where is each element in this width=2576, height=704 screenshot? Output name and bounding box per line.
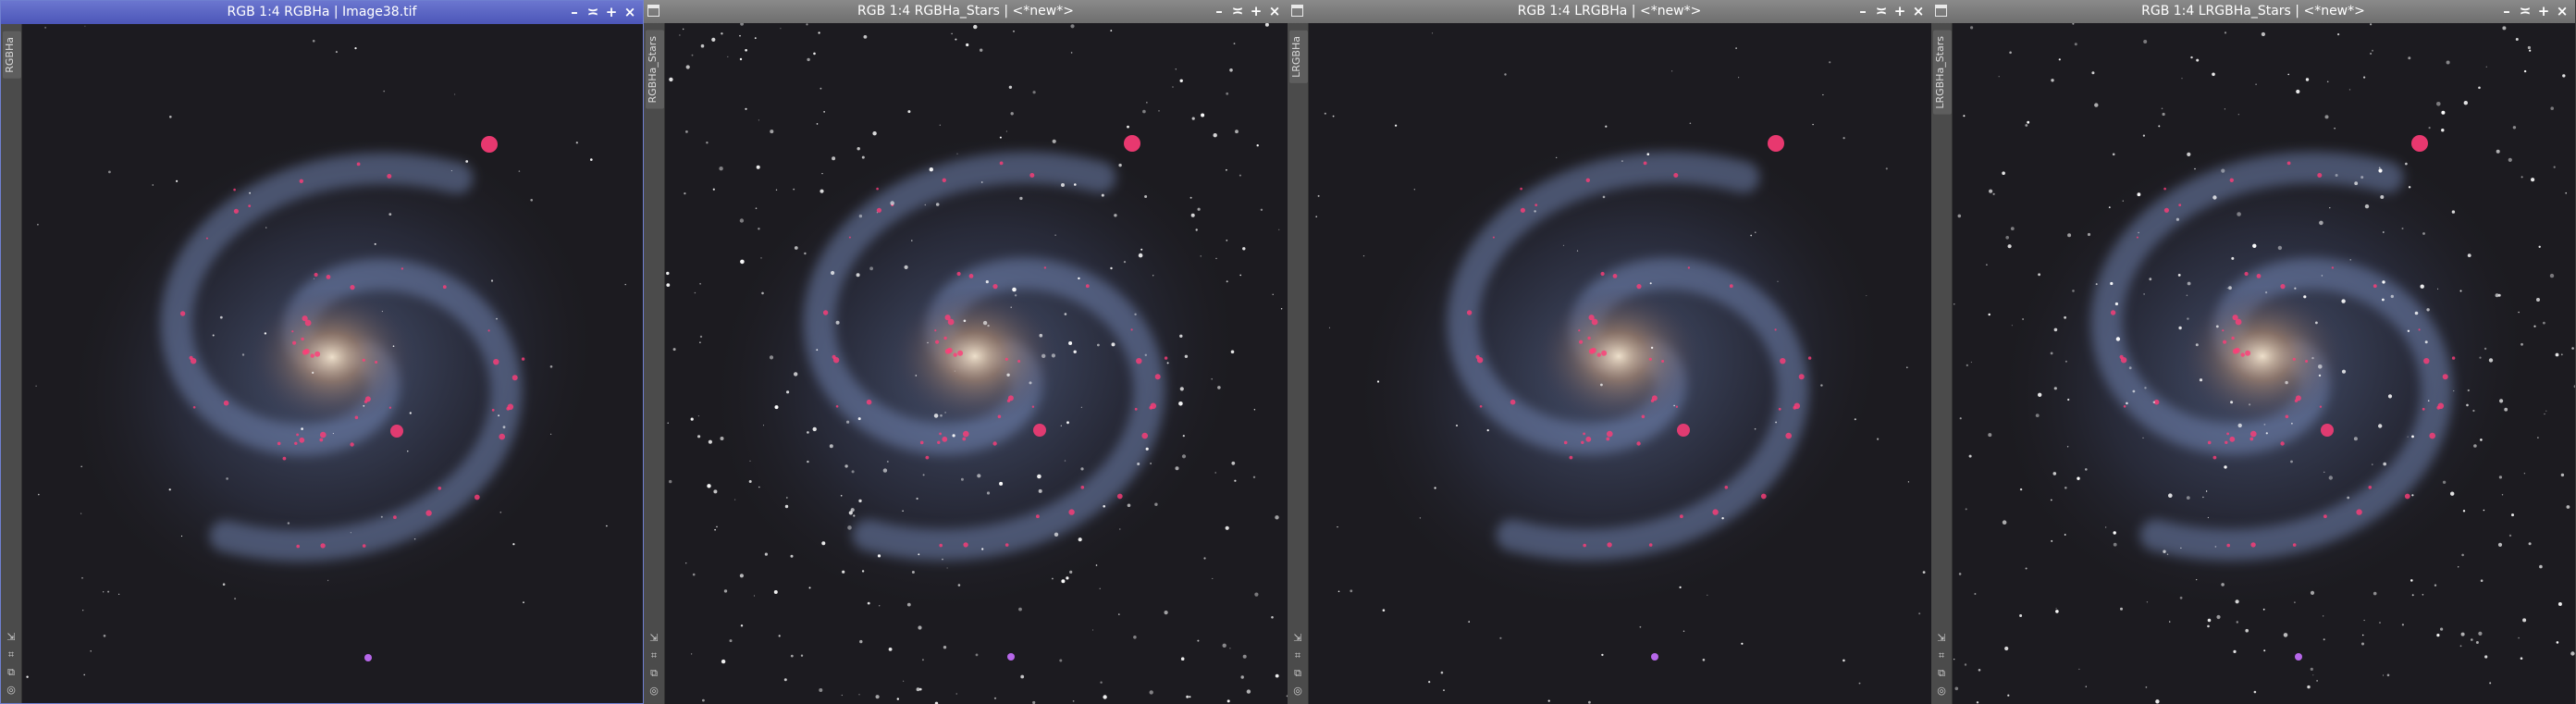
grid-icon[interactable]: ⌗ bbox=[4, 648, 18, 662]
window-title: RGB 1:4 RGBHa_Stars | <*new*> bbox=[857, 4, 1074, 19]
close-icon[interactable]: × bbox=[1909, 0, 1928, 23]
view-identifier-tab[interactable]: RGBHa_Stars bbox=[646, 31, 664, 109]
view-identifier-tab[interactable]: RGBHa bbox=[3, 31, 21, 79]
view-identifier-tab[interactable]: LRGBHa bbox=[1289, 31, 1308, 83]
galaxy-image bbox=[665, 23, 1288, 704]
window-title: RGB 1:4 LRGBHa | <*new*> bbox=[1517, 4, 1702, 19]
image-window-4[interactable]: RGB 1:4 LRGBHa_Stars | <*new*> – ≍ + × LRGB… bbox=[1931, 0, 2575, 704]
window-titlebar[interactable]: RGB 1:4 RGBHa_Stars | <*new*> – ≍ + × bbox=[644, 0, 1288, 23]
window-titlebar[interactable]: RGB 1:4 LRGBHa | <*new*> – ≍ + × bbox=[1288, 0, 1931, 23]
minimize-icon[interactable]: – bbox=[565, 1, 584, 24]
view-selector-strip: LRGBHa_Stars ⇲ ⌗ ⧉ ◎ bbox=[1931, 23, 1953, 704]
window-menu-icon[interactable] bbox=[1935, 5, 1947, 17]
mask-icon[interactable]: ◎ bbox=[647, 684, 661, 698]
view-identifier-tab[interactable]: LRGBHa_Stars bbox=[1933, 31, 1952, 115]
image-window-3[interactable]: RGB 1:4 LRGBHa | <*new*> – ≍ + × LRGBHa ⇲ ⌗… bbox=[1288, 0, 1931, 704]
galaxy-core bbox=[249, 288, 415, 426]
mask-icon[interactable]: ◎ bbox=[1934, 684, 1949, 698]
grid-icon[interactable]: ⌗ bbox=[1290, 648, 1305, 663]
view-selector-strip: LRGBHa ⇲ ⌗ ⧉ ◎ bbox=[1288, 23, 1309, 704]
fit-view-icon[interactable]: ⇲ bbox=[1934, 631, 1949, 646]
fit-view-icon[interactable]: ⇲ bbox=[4, 630, 18, 645]
clone-view-icon[interactable]: ⧉ bbox=[1290, 666, 1305, 681]
close-icon[interactable]: × bbox=[621, 1, 639, 24]
galaxy-image bbox=[22, 24, 643, 703]
window-titlebar[interactable]: RGB 1:4 LRGBHa_Stars | <*new*> – ≍ + × bbox=[1931, 0, 2575, 23]
clone-view-icon[interactable]: ⧉ bbox=[4, 665, 18, 680]
window-menu-icon[interactable] bbox=[647, 5, 659, 17]
maximize-icon[interactable]: + bbox=[2534, 0, 2553, 23]
clone-view-icon[interactable]: ⧉ bbox=[1934, 666, 1949, 681]
view-selector-strip: RGBHa_Stars ⇲ ⌗ ⧉ ◎ bbox=[644, 23, 665, 704]
shade-icon[interactable]: ≍ bbox=[1228, 0, 1247, 23]
shade-icon[interactable]: ≍ bbox=[584, 1, 602, 24]
shade-icon[interactable]: ≍ bbox=[1872, 0, 1891, 23]
galaxy-core bbox=[892, 287, 1058, 426]
window-menu-icon[interactable] bbox=[1291, 5, 1303, 17]
mask-icon[interactable]: ◎ bbox=[4, 683, 18, 698]
fit-view-icon[interactable]: ⇲ bbox=[1290, 631, 1305, 646]
minimize-icon[interactable]: – bbox=[1854, 0, 1872, 23]
image-viewport[interactable] bbox=[665, 23, 1288, 704]
galaxy-image bbox=[1309, 23, 1931, 704]
galaxy-core bbox=[1535, 287, 1702, 426]
image-viewport[interactable] bbox=[22, 24, 643, 703]
galaxy-core bbox=[2179, 287, 2346, 426]
image-viewport[interactable] bbox=[1309, 23, 1931, 704]
shade-icon[interactable]: ≍ bbox=[2516, 0, 2534, 23]
minimize-icon[interactable]: – bbox=[1210, 0, 1228, 23]
close-icon[interactable]: × bbox=[2553, 0, 2571, 23]
maximize-icon[interactable]: + bbox=[1247, 0, 1265, 23]
galaxy-image bbox=[1953, 23, 2575, 704]
grid-icon[interactable]: ⌗ bbox=[1934, 648, 1949, 663]
fit-view-icon[interactable]: ⇲ bbox=[647, 631, 661, 646]
close-icon[interactable]: × bbox=[1265, 0, 1284, 23]
clone-view-icon[interactable]: ⧉ bbox=[647, 666, 661, 681]
window-titlebar[interactable]: RGB 1:4 RGBHa | Image38.tif – ≍ + × bbox=[1, 1, 643, 24]
mask-icon[interactable]: ◎ bbox=[1290, 684, 1305, 698]
window-title: RGB 1:4 LRGBHa_Stars | <*new*> bbox=[2141, 4, 2365, 19]
minimize-icon[interactable]: – bbox=[2497, 0, 2516, 23]
image-viewport[interactable] bbox=[1953, 23, 2575, 704]
image-window-2[interactable]: RGB 1:4 RGBHa_Stars | <*new*> – ≍ + × RGBHa… bbox=[644, 0, 1288, 704]
maximize-icon[interactable]: + bbox=[602, 1, 621, 24]
grid-icon[interactable]: ⌗ bbox=[647, 648, 661, 663]
window-title: RGB 1:4 RGBHa | Image38.tif bbox=[227, 5, 417, 19]
view-selector-strip: RGBHa ⇲ ⌗ ⧉ ◎ bbox=[1, 24, 22, 703]
maximize-icon[interactable]: + bbox=[1891, 0, 1909, 23]
image-window-1[interactable]: RGB 1:4 RGBHa | Image38.tif – ≍ + × RGBHa ⇲… bbox=[0, 0, 644, 704]
